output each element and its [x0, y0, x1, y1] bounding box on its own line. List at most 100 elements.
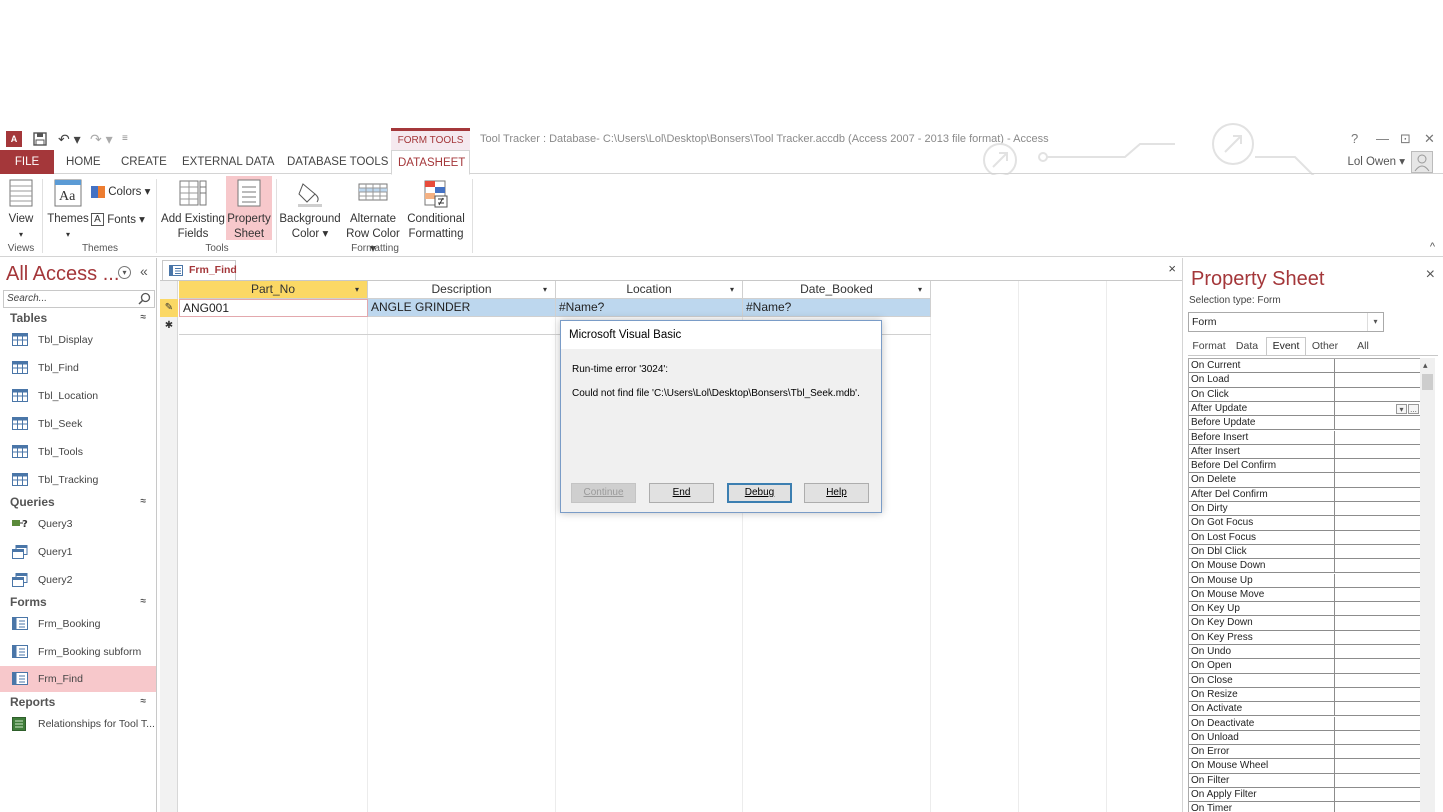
property-row-on-deactivate[interactable]: On Deactivate [1189, 716, 1420, 731]
tab-other[interactable]: Other [1307, 337, 1343, 355]
tab-external-data[interactable]: EXTERNAL DATA [176, 150, 280, 174]
tab-all[interactable]: All [1347, 337, 1379, 355]
property-row-on-key-press[interactable]: On Key Press [1189, 630, 1420, 645]
undo-icon[interactable]: ↶ ▾ [58, 131, 84, 147]
property-value[interactable] [1334, 659, 1418, 674]
property-value[interactable] [1334, 602, 1418, 617]
nav-group-reports[interactable]: Reports ≈ [0, 691, 156, 713]
nav-item-tbl-display[interactable]: Tbl_Display [0, 327, 156, 353]
shutter-bar-collapse-icon[interactable]: « [140, 263, 148, 279]
property-row-on-mouse-wheel[interactable]: On Mouse Wheel [1189, 759, 1420, 774]
property-row-on-key-up[interactable]: On Key Up [1189, 602, 1420, 617]
nav-item-tbl-tools[interactable]: Tbl_Tools [0, 439, 156, 465]
property-row-on-resize[interactable]: On Resize [1189, 687, 1420, 703]
property-row-on-click[interactable]: On Click [1189, 387, 1420, 402]
restore-icon[interactable]: ⊡ [1400, 131, 1411, 147]
scroll-up-icon[interactable]: ▴ [1423, 360, 1428, 371]
end-button[interactable]: End [649, 483, 714, 503]
property-value[interactable] [1334, 430, 1418, 445]
property-row-on-mouse-up[interactable]: On Mouse Up [1189, 573, 1420, 588]
nav-pane-title[interactable]: All Access ... [6, 263, 119, 286]
tab-database-tools[interactable]: DATABASE TOOLS [281, 150, 394, 174]
property-value[interactable] [1334, 487, 1418, 502]
nav-item-query3[interactable]: ? Query3 [0, 511, 156, 537]
property-value[interactable] [1334, 530, 1418, 545]
property-row-on-load[interactable]: On Load [1189, 373, 1420, 388]
search-icon[interactable] [138, 292, 151, 305]
column-header-location[interactable]: Location ▾ [556, 281, 743, 299]
tab-home[interactable]: HOME [60, 150, 107, 174]
property-row-on-mouse-move[interactable]: On Mouse Move [1189, 587, 1420, 603]
property-value[interactable] [1334, 416, 1418, 431]
close-property-sheet-icon[interactable]: × [1426, 266, 1435, 284]
property-row-on-lost-focus[interactable]: On Lost Focus [1189, 530, 1420, 545]
property-row-before-del-confirm[interactable]: Before Del Confirm [1189, 459, 1420, 474]
property-value[interactable] [1334, 559, 1418, 574]
property-value[interactable] [1334, 730, 1418, 745]
nav-item-relationships-report[interactable]: Relationships for Tool T... [0, 711, 156, 737]
property-row-after-update[interactable]: After Update ▾... [1189, 401, 1420, 417]
property-row-on-undo[interactable]: On Undo [1189, 645, 1420, 660]
nav-search-input[interactable]: Search... [3, 290, 155, 308]
minimize-icon[interactable]: — [1376, 131, 1389, 146]
background-color-button[interactable]: Background Color ▾ [278, 178, 342, 240]
help-icon[interactable]: ? [1351, 131, 1358, 146]
property-value[interactable] [1334, 387, 1418, 402]
property-value[interactable] [1334, 502, 1418, 516]
property-value[interactable] [1334, 616, 1418, 631]
document-tab-frm-find[interactable]: Frm_Find [162, 260, 237, 280]
property-sheet-button[interactable]: Property Sheet [226, 176, 272, 240]
property-row-on-timer[interactable]: On Timer [1189, 802, 1420, 812]
nav-item-frm-find[interactable]: Frm_Find [0, 666, 156, 692]
property-row-on-key-down[interactable]: On Key Down [1189, 616, 1420, 631]
close-icon[interactable]: ✕ [1424, 131, 1435, 147]
column-header-date-booked[interactable]: Date_Booked ▾ [743, 281, 931, 299]
column-dropdown-icon[interactable]: ▾ [355, 281, 359, 298]
access-app-icon[interactable]: A [6, 131, 22, 147]
cell-part-no[interactable]: ANG001 [179, 299, 368, 317]
column-dropdown-icon[interactable]: ▾ [543, 281, 547, 298]
tab-data[interactable]: Data [1230, 337, 1264, 355]
column-dropdown-icon[interactable]: ▾ [918, 281, 922, 298]
help-button[interactable]: Help [804, 483, 869, 503]
fonts-button[interactable]: A Fonts ▾ [91, 213, 151, 231]
alternate-row-color-button[interactable]: Alternate Row Color ▾ [342, 178, 404, 255]
column-header-description[interactable]: Description ▾ [368, 281, 556, 299]
cell-location[interactable]: #Name? [556, 299, 743, 317]
chevron-down-icon[interactable]: ▾ [1367, 313, 1383, 331]
group-collapse-icon[interactable]: ≈ [141, 491, 147, 513]
property-value[interactable] [1334, 745, 1418, 760]
property-row-on-apply-filter[interactable]: On Apply Filter [1189, 788, 1420, 803]
property-row-on-current[interactable]: On Current [1189, 359, 1420, 374]
nav-group-queries[interactable]: Queries ≈ [0, 491, 156, 513]
property-row-before-insert[interactable]: Before Insert [1189, 430, 1420, 445]
customize-qat-icon[interactable]: ≡ [122, 131, 132, 147]
nav-item-query1[interactable]: Query1 [0, 539, 156, 565]
property-row-on-error[interactable]: On Error [1189, 745, 1420, 760]
property-value[interactable] [1334, 587, 1418, 602]
builder-icon[interactable]: ... [1408, 403, 1419, 414]
property-value[interactable] [1334, 716, 1418, 731]
property-value[interactable] [1334, 702, 1418, 717]
column-header-part-no[interactable]: Part_No ▾ [179, 281, 368, 299]
property-row-on-unload[interactable]: On Unload [1189, 730, 1420, 746]
group-collapse-icon[interactable]: ≈ [141, 307, 147, 329]
property-value[interactable] [1334, 788, 1418, 802]
property-value[interactable] [1334, 373, 1418, 388]
property-row-on-got-focus[interactable]: On Got Focus [1189, 516, 1420, 531]
cell-description[interactable]: ANGLE GRINDER [368, 299, 556, 317]
property-value[interactable] [1334, 802, 1418, 812]
property-value[interactable] [1334, 473, 1418, 488]
user-account[interactable]: Lol Owen ▾ [1347, 151, 1433, 173]
nav-item-tbl-seek[interactable]: Tbl_Seek [0, 411, 156, 437]
property-row-on-dirty[interactable]: On Dirty [1189, 502, 1420, 517]
property-list-scrollbar[interactable]: ▴ [1420, 358, 1435, 812]
property-value[interactable] [1334, 773, 1418, 788]
conditional-formatting-button[interactable]: Conditional Formatting [404, 178, 468, 240]
property-row-after-insert[interactable]: After Insert [1189, 444, 1420, 460]
property-value[interactable] [1334, 645, 1418, 659]
property-value[interactable] [1334, 687, 1418, 702]
collapse-ribbon-icon[interactable]: ^ [1430, 241, 1435, 253]
property-value[interactable] [1334, 673, 1418, 688]
redo-icon[interactable]: ↷ ▾ [90, 131, 116, 147]
